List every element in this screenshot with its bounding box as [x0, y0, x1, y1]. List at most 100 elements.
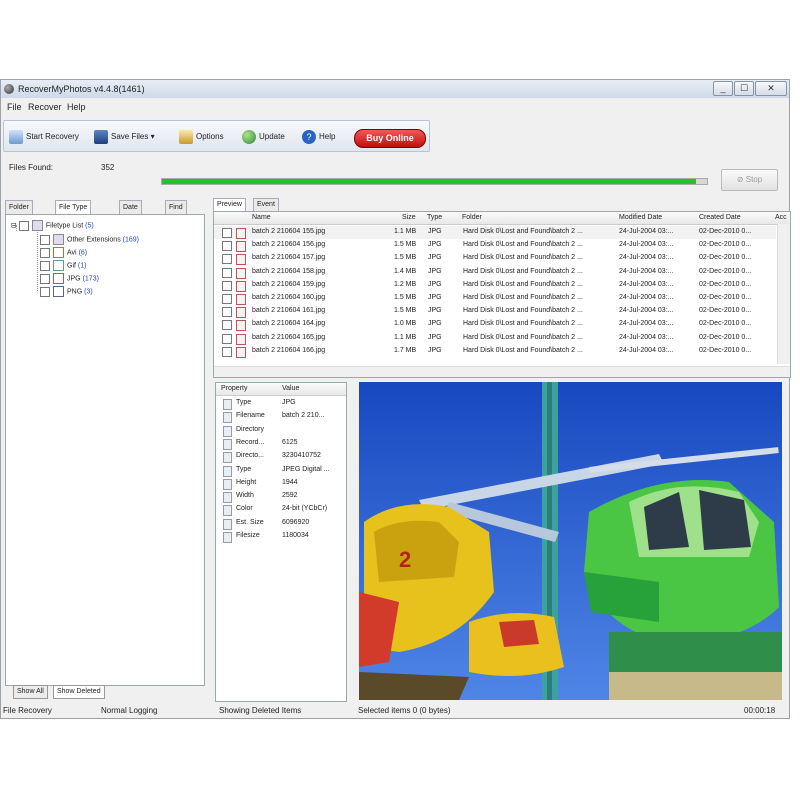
cell-size: 1.4 MB: [394, 267, 417, 275]
checkbox[interactable]: [40, 247, 50, 258]
stop-button[interactable]: ⊘ Stop: [721, 169, 778, 191]
app-window: RecoverMyPhotos v4.4.8(1461) _ ☐ ✕ File …: [0, 79, 791, 719]
tree-item-avi[interactable]: Avi (6): [40, 247, 87, 258]
tree-item-label: Other Extensions: [67, 236, 121, 244]
cell-modified: 24-Jul-2004 03:...: [619, 320, 674, 328]
tab-preview[interactable]: Preview: [213, 198, 246, 212]
update-button[interactable]: Update: [242, 129, 285, 145]
column-type[interactable]: Type: [427, 214, 442, 221]
horizontal-scrollbar[interactable]: [214, 366, 790, 377]
row-checkbox[interactable]: [222, 280, 232, 291]
column-size[interactable]: Size: [402, 214, 416, 221]
cell-name: batch 2 210604 166.jpg: [252, 346, 326, 354]
row-checkbox[interactable]: [222, 294, 232, 304]
options-button[interactable]: Options: [179, 129, 224, 145]
update-label: Update: [259, 132, 285, 141]
status-timer: 00:00:18: [744, 706, 776, 715]
window-title: RecoverMyPhotos v4.4.8(1461): [18, 84, 145, 94]
cell-folder: Hard Disk 0\Lost and Found\batch 2 ...: [463, 254, 583, 262]
app-icon: [4, 84, 14, 94]
property-key: Color: [236, 505, 253, 513]
maximize-button[interactable]: ☐: [734, 81, 754, 96]
tab-file-type[interactable]: File Type: [55, 200, 92, 215]
tree-item-count: (3): [84, 288, 93, 296]
menu-recover[interactable]: Recover: [28, 102, 62, 112]
cell-size: 1.0 MB: [394, 320, 417, 328]
tab-event-log[interactable]: Event Log: [253, 198, 279, 220]
tree-item-gif[interactable]: Gif (1): [40, 260, 86, 271]
table-row[interactable]: batch 2 210604 159.jpg 1.2 MB JPG Hard Disk…: [214, 279, 776, 292]
checkbox[interactable]: [18, 220, 29, 231]
property-icon: [223, 532, 232, 543]
column-acc[interactable]: Acc: [775, 214, 787, 221]
table-row[interactable]: batch 2 210604 161.jpg 1.5 MB JPG Hard Disk…: [214, 305, 776, 319]
cell-name: batch 2 210604 164.jpg: [252, 320, 326, 328]
tab-find[interactable]: Find: [165, 200, 187, 215]
tree-root[interactable]: ⊟ Filetype List (5): [11, 220, 94, 231]
tab-date[interactable]: Date: [119, 200, 142, 215]
column-folder[interactable]: Folder: [462, 214, 482, 221]
column-property[interactable]: Property: [221, 385, 247, 392]
table-row[interactable]: batch 2 210604 160.jpg 1.5 MB JPG Hard Disk…: [214, 292, 776, 305]
jpg-file-icon: [236, 241, 246, 253]
save-files-button[interactable]: Save Files ▾: [94, 129, 155, 145]
table-row[interactable]: batch 2 210604 157.jpg 1.5 MB JPG Hard Disk…: [214, 252, 776, 266]
row-checkbox[interactable]: [222, 254, 232, 265]
jpg-file-icon: [236, 267, 246, 279]
table-row[interactable]: batch 2 210604 165.jpg 1.1 MB JPG Hard Disk…: [214, 332, 776, 345]
table-row[interactable]: batch 2 210604 156.jpg 1.5 MB JPG Hard Disk…: [214, 239, 776, 253]
row-checkbox[interactable]: [222, 307, 232, 318]
cell-type: JPG: [428, 320, 442, 328]
tab-folder[interactable]: Folder: [5, 200, 33, 215]
status-showing: Showing Deleted Items: [219, 706, 302, 715]
table-row[interactable]: batch 2 210604 164.jpg 1.0 MB JPG Hard Disk…: [214, 318, 776, 332]
show-deleted-button[interactable]: Show Deleted: [53, 685, 105, 699]
menu-file[interactable]: File: [7, 102, 22, 112]
table-row[interactable]: batch 2 210604 158.jpg 1.4 MB JPG Hard Disk…: [214, 266, 776, 279]
left-tabs: Folder File Type Date Find: [5, 200, 205, 215]
help-icon: ?: [302, 129, 316, 144]
table-row[interactable]: batch 2 210604 155.jpg 1.1 MB JPG Hard Disk…: [214, 226, 776, 239]
help-button[interactable]: ? Help: [302, 129, 335, 145]
stop-icon: ⊘: [736, 175, 746, 184]
tree-item-jpg[interactable]: JPG (173): [40, 273, 99, 284]
checkbox[interactable]: [40, 273, 50, 284]
checkbox[interactable]: [40, 286, 50, 297]
property-row: Directory: [216, 424, 346, 437]
column-created-date[interactable]: Created Date: [699, 214, 741, 221]
row-checkbox[interactable]: [222, 267, 232, 278]
expand-icon[interactable]: ⊟: [11, 222, 17, 229]
checkbox[interactable]: [40, 260, 50, 271]
cell-modified: 24-Jul-2004 03:...: [619, 254, 674, 262]
tree-item-other-extensions[interactable]: Other Extensions (169): [40, 234, 139, 245]
checkbox[interactable]: [40, 234, 50, 245]
properties-panel: Property Value Type JPG Filename batch 2 21…: [215, 382, 347, 702]
column-name[interactable]: Name: [252, 214, 271, 221]
property-value: 1180034: [282, 532, 309, 539]
minimize-button[interactable]: _: [713, 81, 733, 96]
row-checkbox[interactable]: [222, 320, 232, 331]
start-recovery-button[interactable]: Start Recovery: [9, 129, 79, 145]
row-checkbox[interactable]: [222, 228, 232, 238]
menu-help[interactable]: Help: [67, 102, 86, 112]
show-all-button[interactable]: Show All: [13, 685, 48, 699]
table-row[interactable]: batch 2 210604 166.jpg 1.7 MB JPG Hard Disk…: [214, 345, 776, 358]
property-icon: [223, 412, 232, 424]
close-button[interactable]: ✕: [755, 81, 787, 96]
tree-item-label: PNG: [67, 288, 83, 296]
vertical-scrollbar[interactable]: [777, 224, 790, 364]
tree-item-png[interactable]: PNG (3): [40, 286, 93, 297]
row-checkbox[interactable]: [222, 333, 232, 344]
cell-name: batch 2 210604 156.jpg: [252, 241, 326, 249]
jpg-file-icon: [236, 280, 246, 292]
column-value[interactable]: Value: [282, 385, 299, 392]
property-row: Type JPEG Digital ...: [216, 464, 346, 477]
column-modified-date[interactable]: Modified Date: [619, 214, 662, 221]
cell-size: 1.1 MB: [394, 333, 417, 341]
cell-created: 02-Dec-2010 0...: [699, 280, 752, 288]
row-checkbox[interactable]: [222, 241, 232, 252]
buy-online-button[interactable]: Buy Online: [354, 129, 426, 148]
jpg-file-icon: [236, 254, 246, 266]
row-checkbox[interactable]: [222, 346, 232, 357]
tree-item-label: Gif: [67, 262, 76, 270]
